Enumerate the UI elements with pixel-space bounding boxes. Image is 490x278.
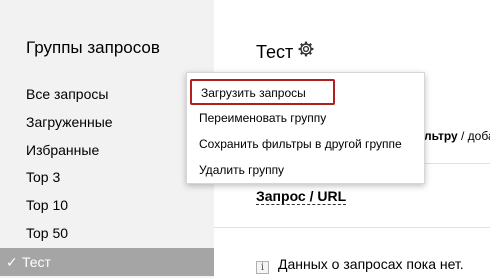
- group-actions-menu: Загрузить запросы Переименовать группу С…: [186, 72, 425, 184]
- filter-text-rest: / доба: [461, 129, 490, 143]
- empty-message: Данных о запросах пока нет.: [278, 256, 464, 272]
- page-title: Тест: [256, 42, 294, 62]
- column-header-label: Запрос / URL: [256, 188, 347, 205]
- sidebar-item-favorites[interactable]: Избранные: [0, 138, 214, 166]
- sidebar-item-top3[interactable]: Top 3: [0, 165, 214, 193]
- sidebar-item-uploaded[interactable]: Загруженные: [0, 110, 214, 138]
- divider: [214, 227, 490, 228]
- sidebar-title: Группы запросов: [26, 38, 160, 57]
- sidebar-item-top50[interactable]: Top 50: [0, 221, 214, 249]
- filter-text-bold: льтру: [424, 129, 458, 143]
- filter-text: льтру / доба: [424, 129, 490, 143]
- sidebar-item-test[interactable]: ✓ Тест: [0, 248, 214, 276]
- sidebar: Группы запросов Все запросы Загруженные …: [0, 0, 214, 278]
- empty-state: i Данных о запросах пока нет.: [256, 256, 464, 274]
- menu-item-save-filters[interactable]: Сохранить фильтры в другой группе: [187, 131, 426, 157]
- sidebar-item-all[interactable]: Все запросы: [0, 82, 214, 110]
- sidebar-list: Все запросы Загруженные Избранные Top 3 …: [0, 82, 214, 276]
- menu-item-delete-group[interactable]: Удалить группу: [187, 157, 426, 183]
- gear-icon[interactable]: [298, 41, 314, 57]
- sidebar-item-top10[interactable]: Top 10: [0, 193, 214, 221]
- checkmark-icon: ✓: [6, 254, 18, 270]
- info-icon: i: [256, 261, 269, 274]
- menu-item-rename-group[interactable]: Переименовать группу: [187, 105, 426, 131]
- sidebar-item-label: Тест: [22, 254, 51, 270]
- menu-item-upload-queries[interactable]: Загрузить запросы: [190, 79, 335, 105]
- column-header-query-url[interactable]: Запрос / URL: [256, 188, 347, 205]
